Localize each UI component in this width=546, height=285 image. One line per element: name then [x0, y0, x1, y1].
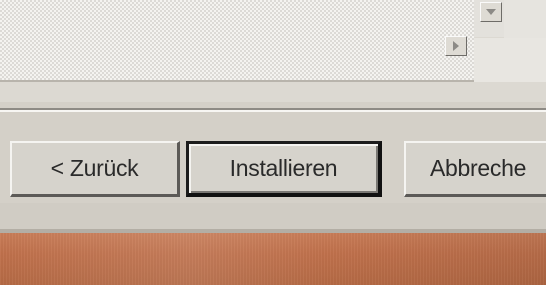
scroll-down-button[interactable]: [480, 2, 502, 22]
install-button[interactable]: Installieren: [186, 141, 382, 197]
installer-dialog: < Zurück Installieren Abbreche: [0, 0, 546, 285]
cancel-button-label: Abbreche: [430, 155, 527, 181]
chevron-down-icon: [486, 9, 496, 15]
install-button-label: Installieren: [229, 155, 338, 181]
desktop-background: [0, 233, 546, 285]
list-view[interactable]: [0, 0, 474, 80]
panel-edge: [504, 0, 546, 38]
scrollbar-corner: [474, 38, 546, 82]
dialog-bottom-edge: [0, 203, 546, 229]
cancel-button[interactable]: Abbreche: [404, 141, 546, 197]
desktop-texture: [0, 233, 546, 285]
separator-highlight: [0, 110, 546, 112]
chevron-right-icon: [453, 41, 459, 51]
back-button[interactable]: < Zurück: [10, 141, 180, 197]
back-button-label: < Zurück: [50, 155, 139, 181]
content-panel: [0, 0, 546, 102]
scroll-right-button[interactable]: [445, 36, 467, 56]
list-border: [0, 80, 474, 82]
